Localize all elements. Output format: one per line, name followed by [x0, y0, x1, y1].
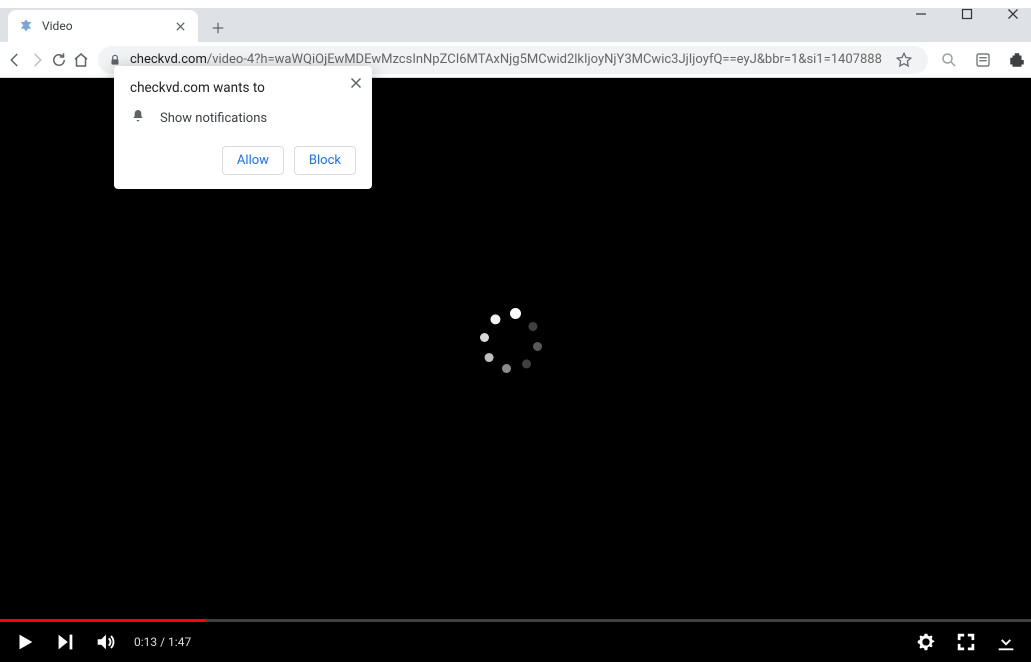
window-titlebar [0, 0, 1031, 8]
permission-item-label: Show notifications [160, 111, 267, 126]
loading-spinner-icon [488, 319, 544, 375]
lock-icon [108, 53, 122, 67]
permission-item-row: Show notifications [130, 108, 356, 128]
notification-permission-popup: checkvd.com wants to Show notifications … [114, 66, 372, 189]
permission-title: checkvd.com wants to [130, 80, 356, 96]
back-button[interactable] [6, 46, 24, 74]
window-minimize-button[interactable] [907, 4, 935, 24]
new-tab-button[interactable] [204, 14, 232, 42]
url-path: /video-4?h=waWQiOjEwMDEwMzcsInNpZCI6MTAx… [207, 52, 882, 67]
time-display: 0:13 / 1:47 [134, 635, 191, 649]
fullscreen-button[interactable] [955, 631, 977, 653]
toolbar-right-icons [936, 47, 1031, 73]
url-text: checkvd.com/video-4?h=waWQiOjEwMDEwMzcsI… [130, 52, 882, 67]
window-maximize-button[interactable] [953, 4, 981, 24]
tab-close-button[interactable] [172, 18, 188, 34]
permission-close-button[interactable] [350, 74, 362, 93]
reader-mode-icon[interactable] [970, 47, 996, 73]
url-domain: checkvd.com [130, 52, 207, 67]
permission-actions: Allow Block [130, 146, 356, 175]
block-button[interactable]: Block [294, 146, 356, 175]
home-button[interactable] [72, 46, 90, 74]
bookmark-star-icon[interactable] [890, 46, 918, 74]
extensions-icon[interactable] [1004, 47, 1030, 73]
reload-button[interactable] [50, 46, 68, 74]
tab-title: Video [42, 19, 164, 33]
play-button[interactable] [14, 631, 36, 653]
settings-gear-icon[interactable] [915, 631, 937, 653]
window-close-button[interactable] [999, 4, 1027, 24]
volume-button[interactable] [94, 631, 116, 653]
allow-button[interactable]: Allow [222, 146, 284, 175]
download-button[interactable] [995, 631, 1017, 653]
window-controls [907, 4, 1027, 24]
video-controls: 0:13 / 1:47 [0, 622, 1031, 662]
tab-strip: Video [0, 8, 1031, 42]
forward-button[interactable] [28, 46, 46, 74]
browser-tab[interactable]: Video [8, 10, 198, 42]
next-button[interactable] [54, 631, 76, 653]
zoom-icon[interactable] [936, 47, 962, 73]
tab-favicon-icon [18, 18, 34, 34]
bell-icon [130, 108, 146, 128]
